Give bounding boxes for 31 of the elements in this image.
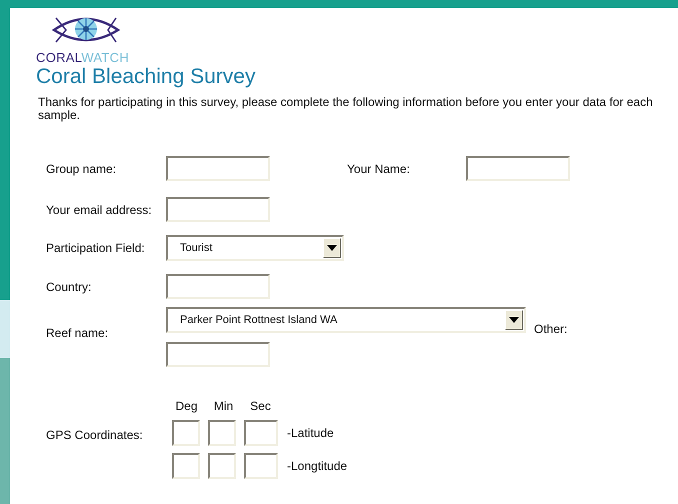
input-field[interactable] — [208, 453, 236, 479]
dropdown[interactable]: Tourist — [166, 235, 344, 261]
input-field[interactable] — [166, 274, 270, 299]
input-field[interactable] — [244, 453, 278, 479]
caret-icon — [323, 238, 341, 258]
input-field[interactable] — [172, 453, 200, 479]
field-label: -Latitude — [287, 425, 334, 442]
field-label: Group name: — [46, 160, 118, 178]
input-field[interactable] — [172, 420, 200, 446]
intro-text: Thanks for participating in this survey, please complete the following information before you enter your data for each sample. — [38, 96, 653, 122]
field-label: Other: — [534, 321, 568, 338]
input-field[interactable] — [244, 420, 278, 446]
field-label: Participation Field: — [46, 240, 146, 257]
input-field[interactable] — [208, 420, 236, 446]
page-title: Coral Bleaching Survey — [36, 65, 256, 89]
field-label: Your Name: — [347, 160, 411, 178]
dropdown[interactable]: Parker Point Rottnest Island WA — [166, 307, 526, 333]
caret-icon — [505, 310, 523, 330]
logo-text: CORALWATCH — [36, 50, 130, 65]
column-header: Min — [212, 398, 234, 414]
input-field[interactable] — [166, 156, 270, 181]
column-header: Sec — [249, 398, 272, 414]
field-label: -Longtitude — [287, 458, 348, 475]
input-field[interactable] — [166, 197, 270, 222]
column-header: Deg — [174, 398, 198, 414]
input-field[interactable] — [166, 342, 270, 367]
field-label: Reef name: — [46, 325, 110, 342]
field-label: Your email address: — [46, 202, 153, 218]
field-label: GPS Coordinates: — [46, 427, 144, 444]
input-field[interactable] — [466, 156, 570, 181]
field-label: Country: — [46, 278, 92, 296]
